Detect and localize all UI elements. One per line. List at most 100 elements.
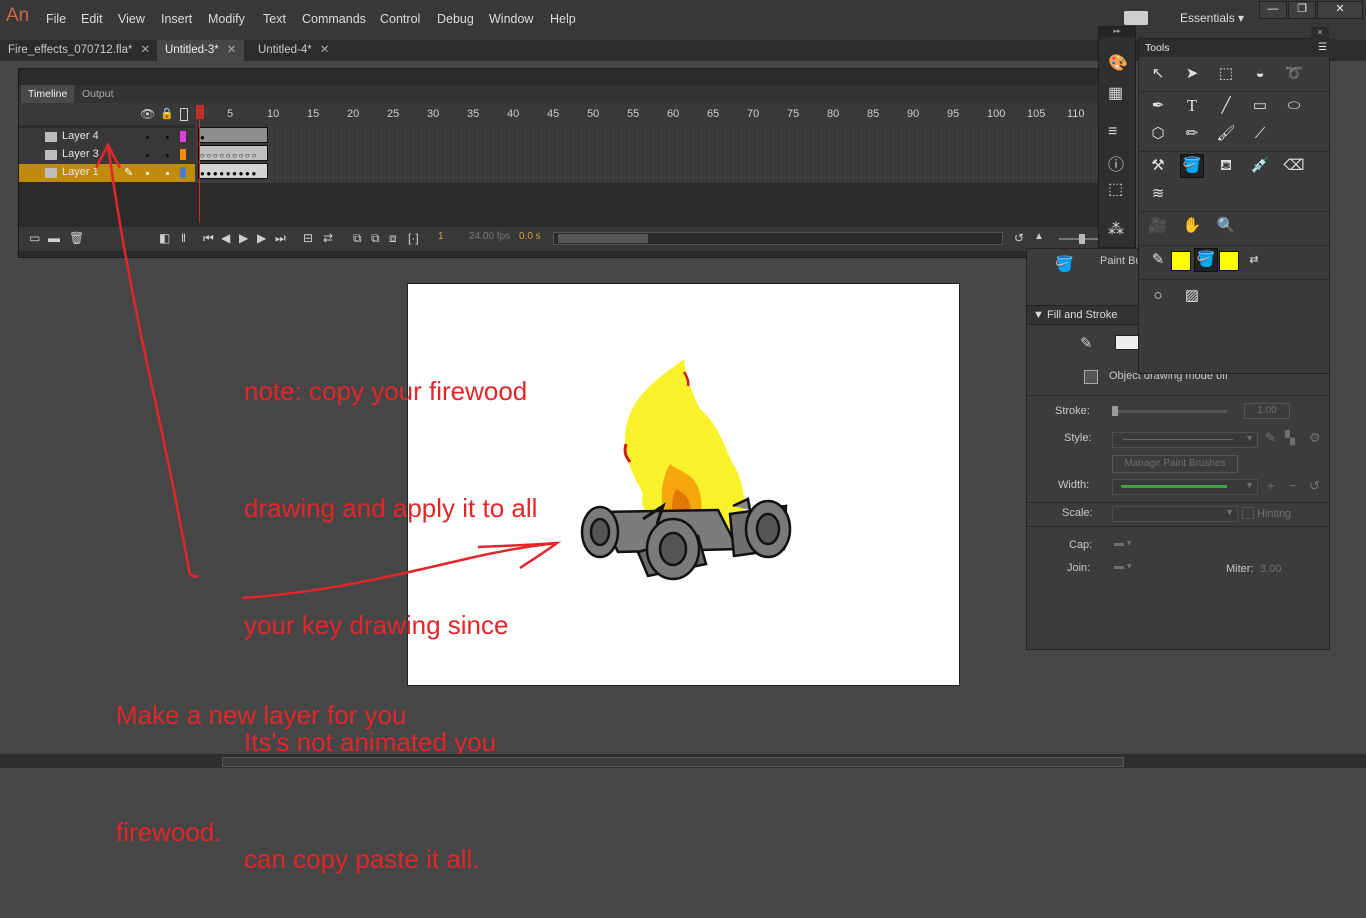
layer-name[interactable]: Layer 1 (62, 166, 99, 178)
elapsed-time[interactable]: 0.0 s (519, 231, 541, 242)
doc-tab-untitled-4[interactable]: Untitled-4* ✕ (250, 40, 337, 61)
eye-icon[interactable]: 👁 (140, 107, 155, 121)
3d-rotation-tool-icon[interactable]: ◒ (1249, 63, 1271, 85)
visibility-dot[interactable] (146, 172, 149, 175)
menu-help[interactable]: Help (550, 12, 576, 26)
text-tool-icon[interactable]: T (1181, 95, 1203, 117)
close-icon[interactable]: ✕ (140, 44, 150, 56)
visibility-dot[interactable] (146, 154, 149, 157)
width-tool-icon[interactable]: ≋ (1147, 183, 1169, 205)
visibility-dot[interactable] (146, 136, 149, 139)
onion-markers-icon[interactable]: ⧉ (371, 231, 380, 246)
eraser-tool-icon[interactable]: ⌫ (1283, 155, 1305, 177)
new-folder-icon[interactable]: ▬ (48, 231, 60, 245)
stroke-color-icon[interactable]: ✎ (1147, 249, 1169, 271)
color-palette-icon[interactable]: 🎨 (1108, 53, 1128, 73)
menu-view[interactable]: View (118, 12, 145, 26)
menu-debug[interactable]: Debug (437, 12, 474, 26)
add-width-icon[interactable]: + (1267, 478, 1275, 493)
layer-row-layer-4[interactable]: Layer 4 (19, 128, 195, 147)
layer-name[interactable]: Layer 3 (62, 148, 99, 160)
menu-modify[interactable]: Modify (208, 12, 245, 26)
brush-options-icon[interactable]: ⚙ (1309, 430, 1321, 446)
layer-color-swatch[interactable] (180, 149, 186, 160)
frame-range-icon[interactable]: [·] (408, 231, 419, 245)
lock-icon[interactable]: 🔒 (160, 107, 174, 120)
maximize-button[interactable]: ❐ (1288, 1, 1316, 19)
fill-color-chip[interactable] (1115, 335, 1139, 350)
timeline-scrollbar[interactable] (553, 232, 1003, 245)
stroke-value[interactable]: 1.00 (1244, 403, 1290, 419)
snap-icon[interactable]: ▨ (1181, 285, 1203, 307)
next-frame-icon[interactable]: ▶ (257, 231, 266, 245)
lock-dot[interactable] (166, 136, 169, 139)
miter-value[interactable]: 3.00 (1260, 563, 1281, 575)
frame-rate[interactable]: 24.00 fps (469, 231, 510, 242)
info-icon[interactable]: ⓘ (1108, 151, 1124, 175)
loop-icon[interactable]: ‖ (181, 231, 186, 245)
new-layer-icon[interactable]: ▭ (29, 231, 40, 245)
sync-settings-icon[interactable] (1124, 11, 1148, 25)
close-icon[interactable]: ✕ (320, 44, 330, 56)
hinting-checkbox[interactable] (1242, 507, 1254, 519)
zoom-out-icon[interactable]: ▲ (1034, 231, 1044, 242)
line-tool-icon[interactable]: ╱ (1215, 95, 1237, 117)
transform-icon[interactable]: ⬚ (1108, 179, 1123, 199)
scrollbar-thumb[interactable] (222, 757, 1124, 767)
align-icon[interactable]: ≡ (1108, 123, 1117, 141)
components-icon[interactable]: ⁂ (1108, 219, 1124, 239)
polystar-tool-icon[interactable]: ⬡ (1147, 123, 1169, 145)
lock-dot[interactable] (166, 172, 169, 175)
center-frame-icon[interactable]: ◧ (159, 231, 170, 245)
bone-tool-icon[interactable]: ⚒ (1147, 155, 1169, 177)
object-drawing-icon[interactable] (1084, 370, 1098, 384)
sync-icon[interactable]: ⧈ (389, 231, 397, 246)
frames-grid[interactable]: ● ○○○○○○○○○ ●●●●●●●●● (195, 125, 1129, 183)
onion-outline-icon[interactable]: ⇄ (323, 231, 333, 245)
free-transform-tool-icon[interactable]: ⬚ (1215, 63, 1237, 85)
frame-span-layer-4[interactable] (198, 127, 268, 143)
menu-commands[interactable]: Commands (302, 12, 366, 26)
eyedropper-tool-icon[interactable]: 💉 (1249, 155, 1271, 177)
zoom-tool-icon[interactable]: 🔍 (1215, 215, 1237, 237)
fill-color-swatch[interactable] (1219, 251, 1239, 271)
minimize-button[interactable]: — (1259, 1, 1287, 19)
swatches-grid-icon[interactable]: ▦ (1108, 83, 1123, 103)
selection-tool-icon[interactable]: ↖ (1147, 63, 1169, 85)
first-frame-icon[interactable]: ⏮ (203, 231, 214, 246)
camera-tool-icon[interactable]: 🎥 (1147, 215, 1169, 237)
hand-tool-icon[interactable]: ✋ (1181, 215, 1203, 237)
brush-tool-icon[interactable]: ⟋ (1249, 123, 1271, 145)
manage-brushes-button[interactable]: Manage Paint Brushes (1112, 455, 1238, 473)
onion-skin-icon[interactable]: ⊟ (303, 231, 313, 245)
menu-insert[interactable]: Insert (161, 12, 192, 26)
layer-row-layer-3[interactable]: Layer 3 (19, 146, 195, 165)
fill-color-icon[interactable]: 🪣 (1194, 248, 1218, 272)
stage-horizontal-scrollbar[interactable] (0, 754, 1366, 768)
stroke-slider[interactable] (1112, 406, 1227, 416)
reset-icon[interactable]: ↺ (1014, 231, 1024, 245)
paint-bucket-tool-icon[interactable]: 🪣 (1180, 154, 1204, 178)
lasso-tool-icon[interactable]: ➰ (1283, 63, 1305, 85)
tab-output[interactable]: Output (75, 85, 121, 103)
edit-multiple-icon[interactable]: ⧉ (353, 231, 362, 246)
scrollbar-thumb[interactable] (558, 234, 648, 243)
frame-ruler[interactable]: 👁 🔒 1 5 10 15 20 25 30 35 40 45 50 55 60… (19, 103, 1129, 125)
cap-dropdown[interactable]: ▬ ▾ (1114, 538, 1132, 549)
stroke-color-swatch[interactable] (1171, 251, 1191, 271)
layer-row-layer-1[interactable]: Layer 1 ✎ (19, 164, 195, 183)
oval-tool-icon[interactable]: ⬭ (1283, 95, 1305, 117)
menu-window[interactable]: Window (489, 12, 533, 26)
ink-bottle-tool-icon[interactable]: ⛾ (1215, 155, 1237, 177)
doc-tab-untitled-3[interactable]: Untitled-3* ✕ (157, 40, 245, 61)
panel-close-icon[interactable]: ✕ (1311, 27, 1329, 39)
workspace-switcher[interactable]: Essentials ▾ (1180, 11, 1244, 25)
pencil-tool-icon[interactable]: ✏ (1181, 123, 1203, 145)
style-dropdown[interactable]: ▼ (1112, 432, 1258, 448)
collapse-dock-icon[interactable]: ▸▸ (1099, 27, 1135, 37)
layer-color-swatch[interactable] (180, 131, 186, 142)
doc-tab-fire-effects[interactable]: Fire_effects_070712.fla* ✕ (0, 40, 158, 61)
playhead[interactable] (196, 105, 204, 223)
last-frame-icon[interactable]: ⏭ (275, 231, 286, 246)
tab-timeline[interactable]: Timeline (21, 85, 75, 103)
